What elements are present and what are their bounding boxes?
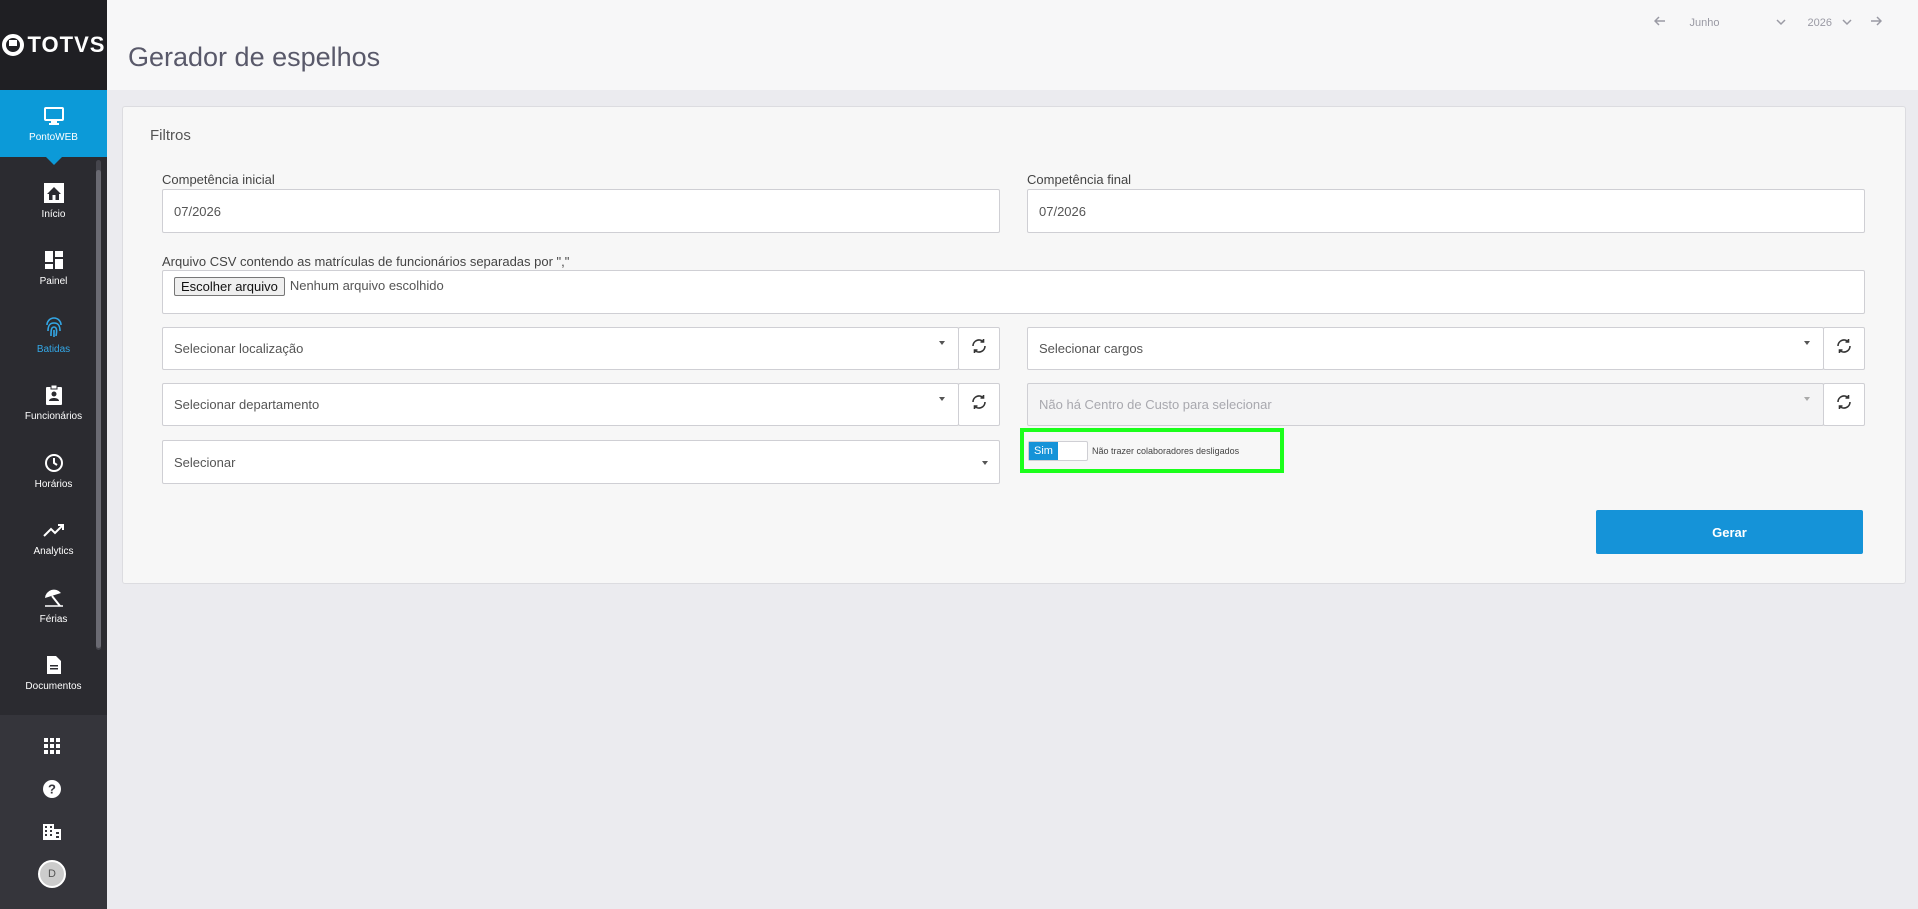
refresh-localizacao-button[interactable] [958,327,1000,370]
totvs-logo[interactable]: TOTVS [0,0,107,90]
monitor-icon [43,105,65,127]
desligados-toggle-group: Sim Não trazer colaboradores desligados [1020,428,1284,473]
caret-down-icon [939,341,945,345]
period-selector: Junho 2026 [1653,16,1883,29]
page-header: Gerador de espelhos Junho 2026 [107,0,1918,90]
refresh-icon [971,338,987,359]
gerar-button[interactable]: Gerar [1596,510,1863,554]
choose-file-button[interactable]: Escolher arquivo [174,277,285,296]
sidebar-item-ferias[interactable]: Férias [0,572,107,640]
building-icon[interactable] [40,820,64,844]
month-value: Junho [1689,16,1720,29]
home-icon [43,182,65,204]
sidebar-item-inicio[interactable]: Início [0,167,107,235]
help-icon[interactable]: ? [40,777,64,801]
trending-icon [42,519,65,541]
sidebar: TOTVS PontoWEB Início Painel Batidas Fun… [0,0,107,909]
document-icon [43,654,65,676]
refresh-centro-custo-button[interactable] [1823,383,1865,426]
desligados-toggle[interactable]: Sim [1028,440,1088,461]
sidebar-item-funcionarios[interactable]: Funcionários [0,370,107,438]
sidebar-item-label: Funcionários [24,411,83,423]
sidebar-item-label: Férias [39,613,68,625]
clock-icon [43,452,65,474]
caret-down-icon [939,397,945,401]
fingerprint-icon [43,316,65,339]
caret-down-icon [1804,397,1810,401]
sidebar-item-label: Analytics [33,546,74,558]
competencia-inicial-label: Competência inicial [162,172,275,187]
sidebar-item-documentos[interactable]: Documentos [0,640,107,708]
umbrella-icon [43,587,65,609]
departamento-select[interactable]: Selecionar departamento [162,383,959,426]
csv-file-label: Arquivo CSV contendo as matrículas de fu… [162,254,570,269]
refresh-departamento-button[interactable] [958,383,1000,426]
generic-select-value: Selecionar [174,454,236,470]
refresh-icon [1836,394,1852,415]
year-value: 2026 [1807,16,1832,29]
desligados-toggle-label: Não trazer colaboradores desligados [1092,445,1240,456]
totvs-logo-icon [1,34,24,56]
caret-down-icon [1804,341,1810,345]
caret-down-icon [982,461,988,465]
generic-select[interactable]: Selecionar [162,440,1000,484]
user-avatar[interactable]: D [38,860,66,888]
badge-icon [43,384,65,406]
centro-custo-select-value: Não há Centro de Custo para selecionar [1039,397,1272,412]
sidebar-item-painel[interactable]: Painel [0,235,107,303]
refresh-icon [1836,338,1852,359]
sidebar-item-label: PontoWEB [29,131,78,143]
sidebar-item-pontoweb[interactable]: PontoWEB [0,90,107,165]
toggle-on-label: Sim [1029,441,1058,460]
sidebar-scroll-thumb[interactable] [96,170,101,648]
competencia-final-input[interactable]: 07/2026 [1027,189,1865,233]
chevron-down-icon [1775,17,1786,29]
month-select[interactable]: Junho [1690,17,1786,29]
next-arrow-icon[interactable] [1870,16,1883,29]
centro-custo-select[interactable]: Não há Centro de Custo para selecionar [1027,383,1824,426]
localizacao-select[interactable]: Selecionar localização [162,327,959,370]
sidebar-item-label: Documentos [25,681,82,693]
year-select[interactable]: 2026 [1808,17,1852,29]
previous-arrow-icon[interactable] [1653,16,1666,29]
competencia-final-label: Competência final [1027,172,1132,187]
sidebar-item-horarios[interactable]: Horários [0,437,107,505]
apps-grid-icon[interactable] [40,734,64,758]
refresh-cargos-button[interactable] [1823,327,1865,370]
sidebar-item-label: Batidas [36,343,71,355]
file-status-text: Nenhum arquivo escolhido [289,278,444,293]
sidebar-item-label: Horários [34,478,73,490]
localizacao-select-value: Selecionar localização [174,341,304,356]
csv-file-input: Escolher arquivo Nenhum arquivo escolhid… [162,270,1865,314]
logo-text: TOTVS [27,32,106,57]
competencia-inicial-input[interactable]: 07/2026 [162,189,1000,233]
sidebar-item-label: Painel [39,276,68,288]
sidebar-item-analytics[interactable]: Analytics [0,505,107,573]
cargos-select-value: Selecionar cargos [1039,341,1144,356]
chevron-down-icon [1842,17,1852,29]
cargos-select[interactable]: Selecionar cargos [1027,327,1824,370]
dashboard-icon [43,249,65,271]
page-title: Gerador de espelhos [128,42,381,72]
filters-title: Filtros [150,127,191,144]
svg-text:?: ? [48,782,56,797]
refresh-icon [971,394,987,415]
sidebar-item-batidas[interactable]: Batidas [0,302,107,370]
sidebar-item-label: Início [41,208,66,220]
departamento-select-value: Selecionar departamento [174,397,320,412]
